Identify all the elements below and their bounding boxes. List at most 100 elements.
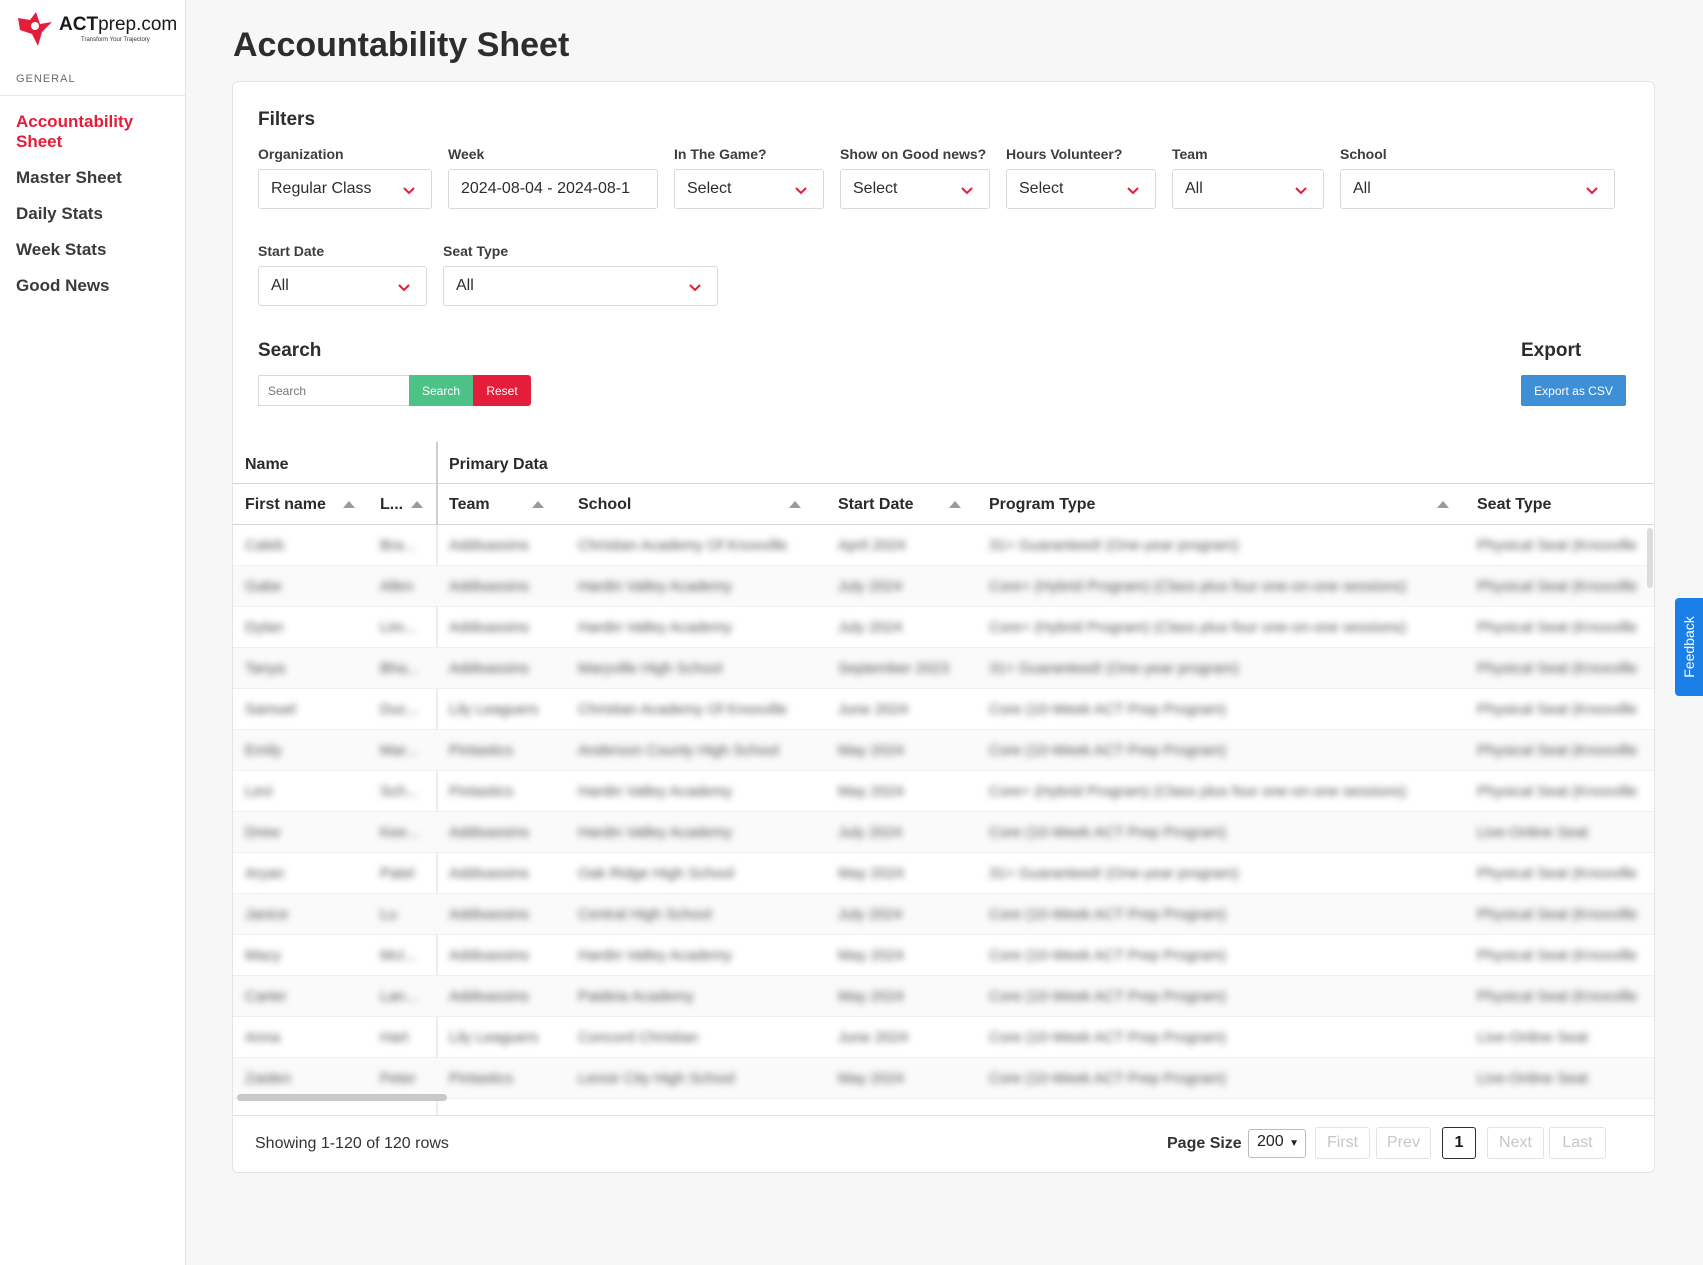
sidebar-item-week-stats[interactable]: Week Stats bbox=[16, 240, 176, 260]
search-input[interactable] bbox=[258, 375, 409, 406]
cell-school: Hardin Valley Academy bbox=[578, 783, 732, 800]
first-page-button[interactable]: First bbox=[1315, 1127, 1370, 1159]
feedback-tab[interactable]: Feedback bbox=[1675, 598, 1703, 696]
week-input[interactable]: 2024-08-04 - 2024-08-1 bbox=[448, 169, 658, 209]
cell-start: May 2024 bbox=[838, 947, 904, 964]
cell-school: Central High School bbox=[578, 906, 712, 923]
feedback-label: Feedback bbox=[1681, 616, 1697, 678]
table-row[interactable]: Janice Lu Addisassins Central High School Ju… bbox=[233, 894, 1654, 935]
cell-last: Mar... bbox=[380, 742, 418, 759]
sort-asc-icon[interactable] bbox=[949, 501, 961, 508]
cell-team: Pintastics bbox=[449, 1070, 514, 1087]
table-row[interactable]: Macy McI... Addisassins Hardin Valley Acade… bbox=[233, 935, 1654, 976]
page-size-select[interactable]: 200 ▼ bbox=[1248, 1129, 1306, 1158]
accountability-card: Filters Organization Regular Class Week … bbox=[232, 81, 1655, 1173]
cell-team: Lily Leaguers bbox=[449, 701, 539, 718]
sidebar-item-master-sheet[interactable]: Master Sheet bbox=[16, 168, 176, 188]
table-row[interactable]: Samuel Duc... Lily Leaguers Christian Acade… bbox=[233, 689, 1654, 730]
column-header-first-name[interactable]: First name bbox=[245, 496, 326, 514]
cell-team: Addisassins bbox=[449, 865, 530, 882]
cell-school: Christian Academy Of Knoxville bbox=[578, 537, 788, 554]
search-button[interactable]: Search bbox=[409, 375, 473, 406]
cell-team: Addisassins bbox=[449, 537, 530, 554]
next-page-button[interactable]: Next bbox=[1487, 1127, 1544, 1159]
school-select[interactable]: All bbox=[1340, 169, 1615, 209]
cell-first: Janice bbox=[245, 906, 289, 923]
cell-seat: Physical Seat (Knoxville bbox=[1477, 988, 1638, 1005]
seat-type-select[interactable]: All bbox=[443, 266, 718, 306]
prev-page-button[interactable]: Prev bbox=[1376, 1127, 1431, 1159]
column-header-team[interactable]: Team bbox=[449, 496, 490, 514]
cell-team: Pintastics bbox=[449, 783, 514, 800]
in-the-game-select[interactable]: Select bbox=[674, 169, 824, 209]
column-header-program-type[interactable]: Program Type bbox=[989, 496, 1095, 514]
cell-first: Gabe bbox=[245, 578, 282, 595]
sidebar: ACTprep.com Transform Your Trajectory GE… bbox=[0, 0, 186, 1265]
cell-start: July 2024 bbox=[838, 824, 903, 841]
table-row[interactable]: Emily Mar... Pintastics Anderson County Hig… bbox=[233, 730, 1654, 771]
sort-asc-icon[interactable] bbox=[532, 501, 544, 508]
cell-team: Addisassins bbox=[449, 660, 530, 677]
table-row[interactable]: Anna Hart Lily Leaguers Concord Christian Ju… bbox=[233, 1017, 1654, 1058]
table-row[interactable]: Gabe Allen Addisassins Hardin Valley Academ… bbox=[233, 566, 1654, 607]
table-row[interactable]: Tanya Bha... Addisassins Maryville High Sch… bbox=[233, 648, 1654, 689]
vertical-scrollbar[interactable] bbox=[1647, 528, 1653, 588]
hours-volunteer-label: Hours Volunteer? bbox=[1006, 146, 1123, 162]
sort-asc-icon[interactable] bbox=[343, 501, 355, 508]
sort-asc-icon[interactable] bbox=[789, 501, 801, 508]
sidebar-nav: Accountability Sheet Master Sheet Daily … bbox=[16, 112, 176, 312]
cell-seat: Physical Seat (Knoxville bbox=[1477, 742, 1638, 759]
seat-type-label: Seat Type bbox=[443, 243, 509, 259]
team-select[interactable]: All bbox=[1172, 169, 1324, 209]
table-row[interactable]: Caleb Bra... Addisassins Christian Academy … bbox=[233, 525, 1654, 566]
table-row[interactable]: Aryan Patel Addisassins Oak Ridge High Scho… bbox=[233, 853, 1654, 894]
start-date-select[interactable]: All bbox=[258, 266, 427, 306]
cell-start: May 2024 bbox=[838, 783, 904, 800]
table-row[interactable]: Zaiden Peter Pintastics Lenoir City High Sc… bbox=[233, 1058, 1654, 1099]
export-csv-button[interactable]: Export as CSV bbox=[1521, 375, 1626, 406]
cell-start: July 2024 bbox=[838, 578, 903, 595]
cell-last: Duc... bbox=[380, 701, 420, 718]
horizontal-scrollbar[interactable] bbox=[237, 1094, 447, 1101]
sort-asc-icon[interactable] bbox=[411, 501, 423, 508]
reset-button[interactable]: Reset bbox=[473, 375, 531, 406]
cell-last: Kee... bbox=[380, 824, 420, 841]
good-news-select[interactable]: Select bbox=[840, 169, 990, 209]
column-header-last-name[interactable]: L... bbox=[380, 496, 403, 514]
cell-first: Macy bbox=[245, 947, 281, 964]
cell-seat: Physical Seat (Knoxville bbox=[1477, 701, 1638, 718]
sort-asc-icon[interactable] bbox=[1437, 501, 1449, 508]
hours-volunteer-value: Select bbox=[1019, 180, 1064, 197]
cell-program: Core (10-Week ACT Prep Program) bbox=[989, 988, 1227, 1005]
cell-last: Lan... bbox=[380, 988, 418, 1005]
table-row[interactable]: Dylan Lim... Addisassins Hardin Valley Acad… bbox=[233, 607, 1654, 648]
hours-volunteer-select[interactable]: Select bbox=[1006, 169, 1156, 209]
cell-school: Hardin Valley Academy bbox=[578, 824, 732, 841]
school-filter: School All bbox=[1340, 146, 1615, 209]
organization-select[interactable]: Regular Class bbox=[258, 169, 432, 209]
cell-last: Sch... bbox=[380, 783, 419, 800]
chevron-down-icon: ▼ bbox=[1289, 1138, 1299, 1149]
table-row[interactable]: Carter Lan... Addisassins Paideia Academy Ma… bbox=[233, 976, 1654, 1017]
sidebar-item-accountability-sheet[interactable]: Accountability Sheet bbox=[16, 112, 176, 152]
cell-school: Maryville High School bbox=[578, 660, 723, 677]
cell-start: April 2024 bbox=[838, 537, 906, 554]
cell-program: Core+ (Hybrid Program) (Class plus four … bbox=[989, 578, 1407, 595]
table-row[interactable]: Levi Sch... Pintastics Hardin Valley Academ… bbox=[233, 771, 1654, 812]
sidebar-item-daily-stats[interactable]: Daily Stats bbox=[16, 204, 176, 224]
column-header-school[interactable]: School bbox=[578, 496, 631, 514]
column-header-start-date[interactable]: Start Date bbox=[838, 496, 914, 514]
cell-school: Paideia Academy bbox=[578, 988, 694, 1005]
last-page-button[interactable]: Last bbox=[1549, 1127, 1606, 1159]
cell-first: Samuel bbox=[245, 701, 296, 718]
cell-first: Levi bbox=[245, 783, 273, 800]
current-page-button[interactable]: 1 bbox=[1442, 1127, 1476, 1159]
sidebar-item-good-news[interactable]: Good News bbox=[16, 276, 176, 296]
cell-first: Caleb bbox=[245, 537, 285, 554]
logo[interactable]: ACTprep.com Transform Your Trajectory bbox=[16, 10, 181, 50]
column-header-seat-type[interactable]: Seat Type bbox=[1477, 496, 1551, 514]
table-row[interactable]: Drew Kee... Addisassins Hardin Valley Acade… bbox=[233, 812, 1654, 853]
row-count-text: Showing 1-120 of 120 rows bbox=[255, 1135, 449, 1152]
in-the-game-filter: In The Game? Select bbox=[674, 146, 824, 209]
cell-program: 31+ Guaranteed! (One-year program) bbox=[989, 660, 1239, 677]
